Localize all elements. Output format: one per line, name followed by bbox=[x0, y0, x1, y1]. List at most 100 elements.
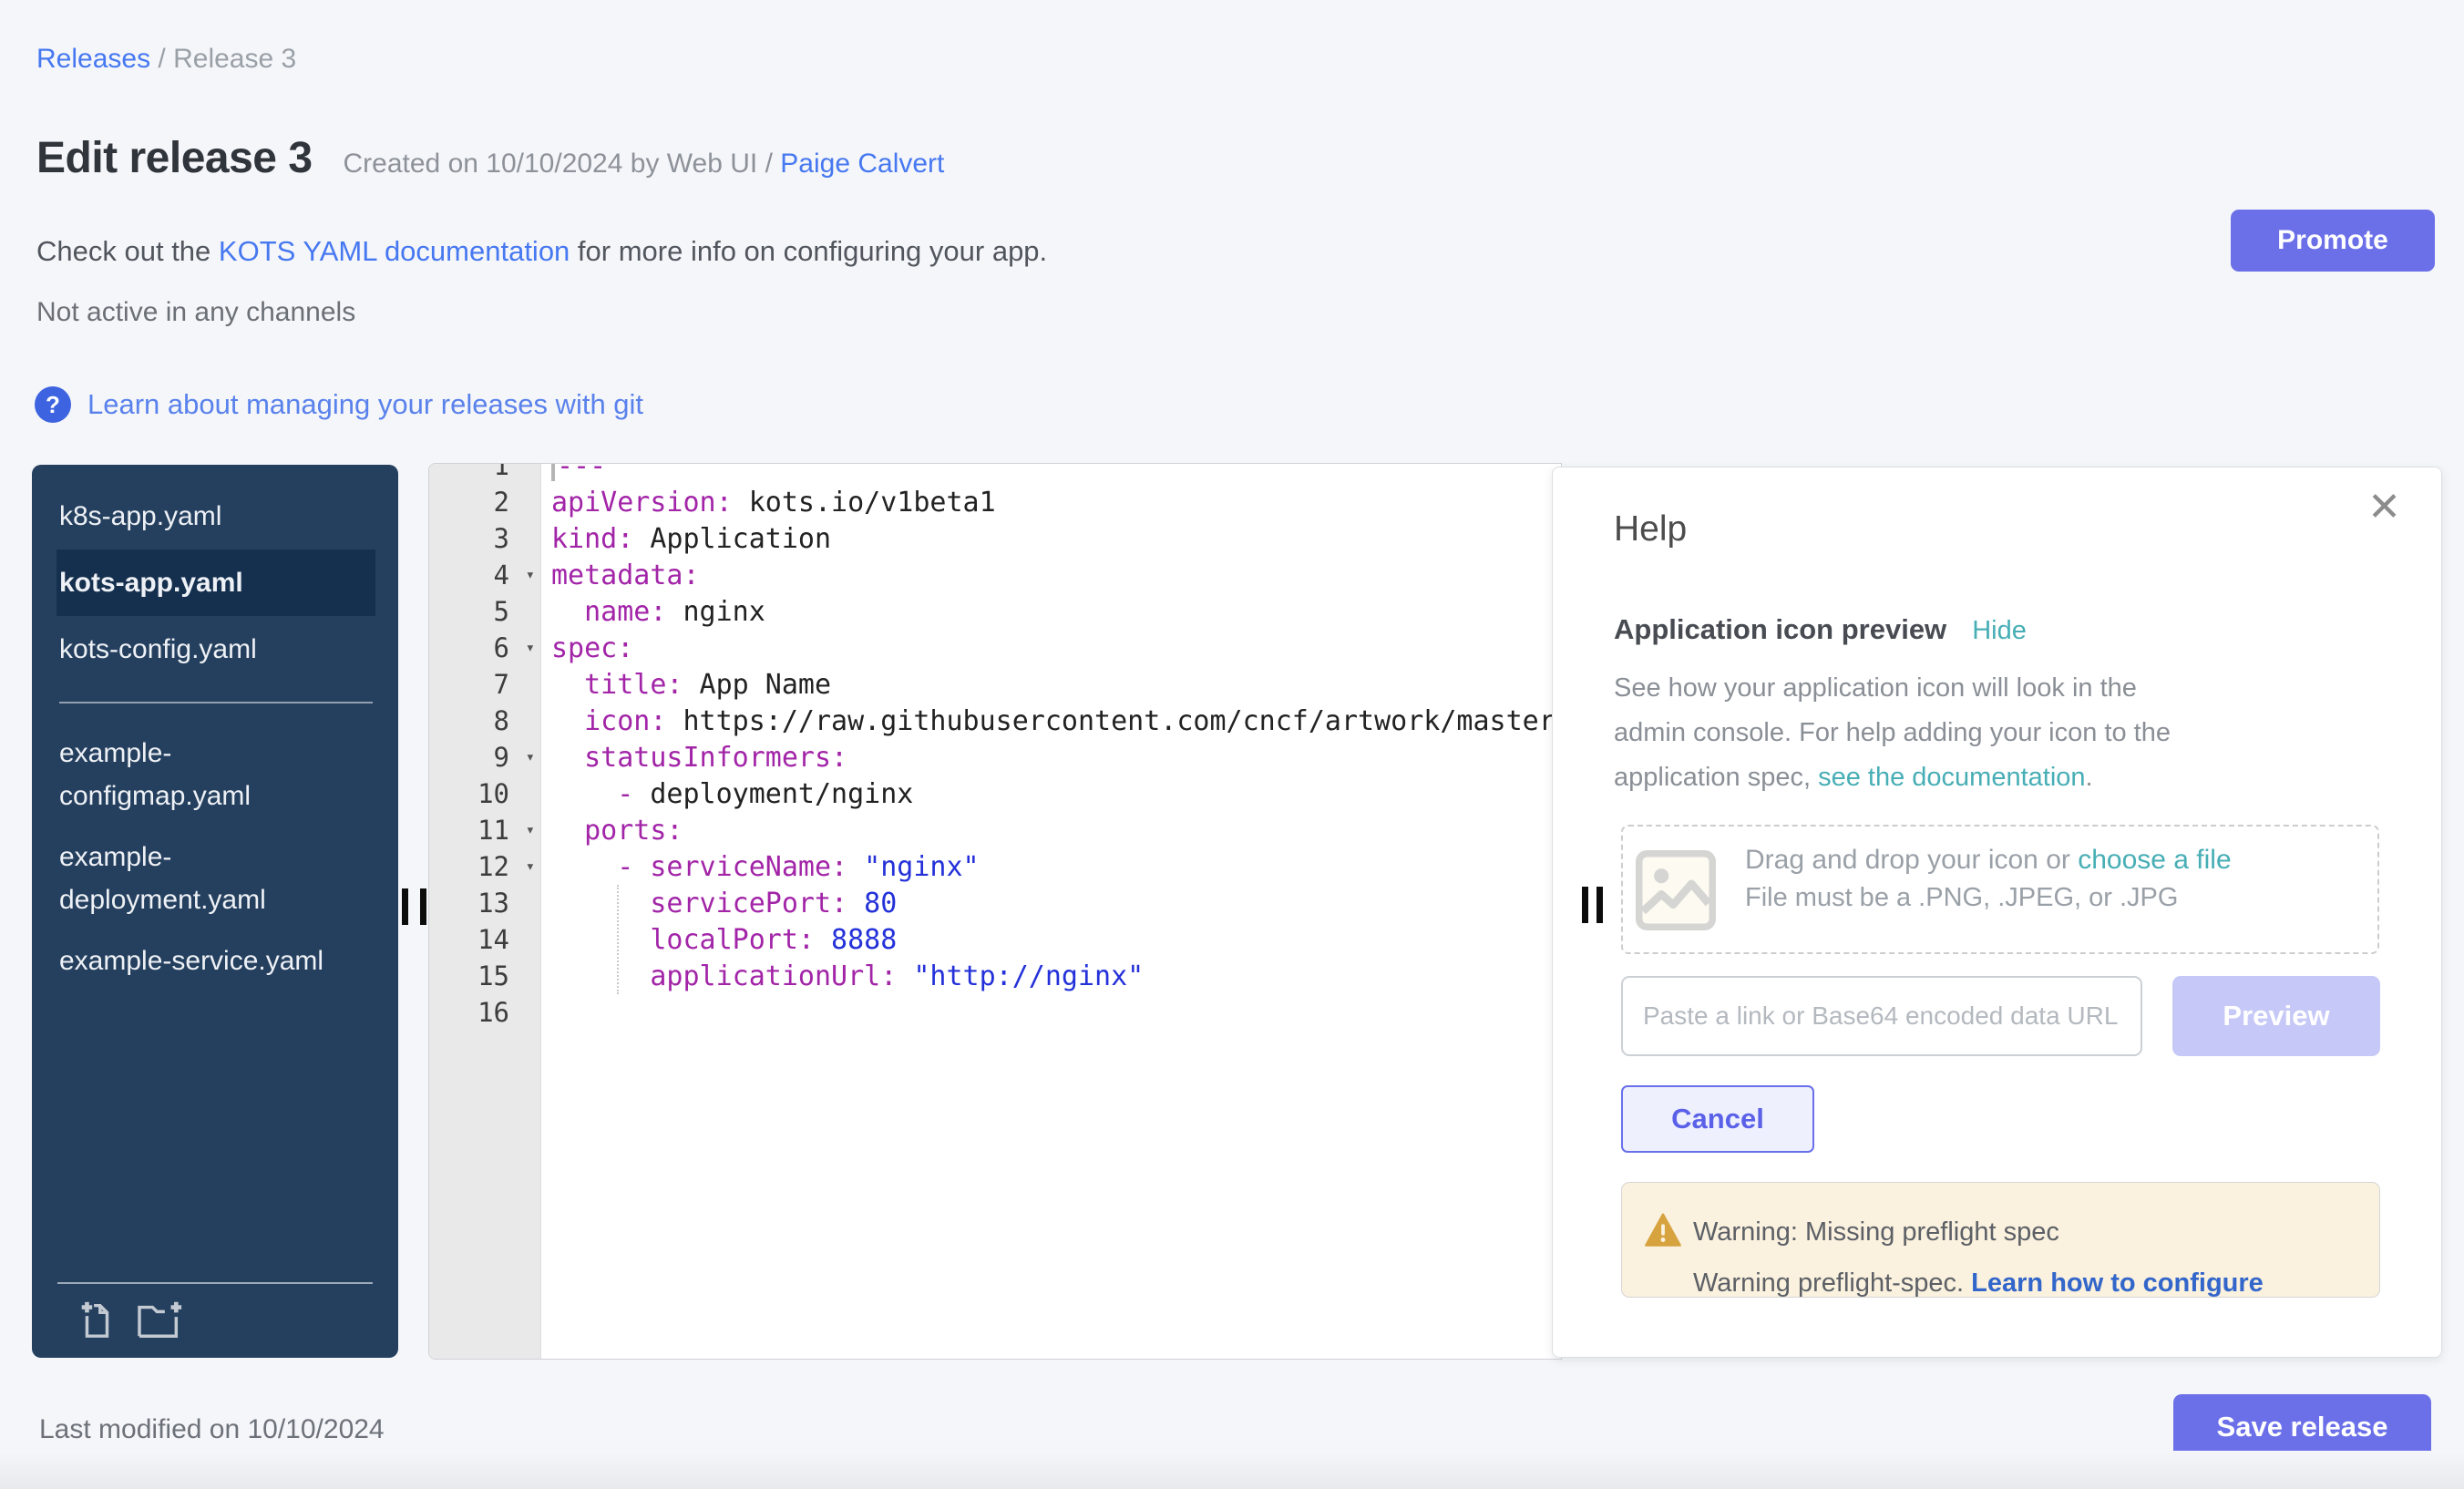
code-line-4[interactable]: 4▾metadata: bbox=[429, 557, 1561, 593]
created-info: Created on 10/10/2024 by Web UI / Paige … bbox=[344, 149, 945, 180]
edit-release-page: Releases / Release 3 Edit release 3 Crea… bbox=[0, 0, 2464, 1489]
file-item-kots-config.yaml[interactable]: kots-config.yaml bbox=[56, 616, 362, 683]
code-line-11[interactable]: 11▾ ports: bbox=[429, 812, 1561, 848]
help-panel: ✕ Help Application icon preview Hide See… bbox=[1552, 467, 2442, 1358]
bottom-band bbox=[0, 1451, 2464, 1489]
code-text: name: nginx bbox=[540, 596, 765, 628]
channel-status: Not active in any channels bbox=[36, 297, 355, 328]
breadcrumb-separator: / bbox=[158, 44, 173, 74]
code-text: localPort: 8888 bbox=[540, 924, 897, 956]
help-resize-handle-bar[interactable] bbox=[1582, 887, 1588, 923]
fold-arrow-icon[interactable]: ▾ bbox=[526, 639, 535, 657]
code-text: ports: bbox=[540, 815, 683, 847]
icon-preview-title: Application icon preview bbox=[1614, 613, 1946, 646]
git-releases-link[interactable]: Learn about managing your releases with … bbox=[87, 388, 643, 421]
line-number: 12▾ bbox=[429, 851, 540, 882]
breadcrumb-releases-link[interactable]: Releases bbox=[36, 44, 150, 74]
icon-url-input[interactable] bbox=[1621, 976, 2142, 1056]
line-number: 1 bbox=[429, 463, 540, 481]
code-line-16[interactable]: 16 bbox=[429, 994, 1561, 1031]
file-item-kots-app.yaml[interactable]: kots-app.yaml bbox=[56, 549, 375, 616]
code-line-13[interactable]: 13 servicePort: 80 bbox=[429, 885, 1561, 921]
see-documentation-link[interactable]: see the documentation bbox=[1818, 763, 2085, 792]
help-title: Help bbox=[1614, 509, 1687, 549]
line-number: 10 bbox=[429, 778, 540, 809]
code-text: icon: https://raw.githubusercontent.com/… bbox=[540, 705, 1562, 737]
cancel-button[interactable]: Cancel bbox=[1621, 1085, 1814, 1153]
author-link[interactable]: Paige Calvert bbox=[780, 149, 944, 179]
code-text: title: App Name bbox=[540, 669, 831, 701]
line-number: 6▾ bbox=[429, 632, 540, 663]
code-text: servicePort: 80 bbox=[540, 888, 897, 919]
code-line-10[interactable]: 10 - deployment/nginx bbox=[429, 775, 1561, 812]
line-number: 2 bbox=[429, 487, 540, 518]
new-folder-icon[interactable] bbox=[134, 1298, 189, 1341]
desc-period: . bbox=[2086, 763, 2093, 792]
git-help-row: ? Learn about managing your releases wit… bbox=[35, 386, 643, 423]
promote-button[interactable]: Promote bbox=[2231, 210, 2435, 272]
warning-detail: Warning preflight-spec. Learn how to con… bbox=[1693, 1268, 2264, 1298]
text-cursor bbox=[551, 463, 555, 481]
breadcrumb-current: Release 3 bbox=[173, 44, 296, 74]
dropzone-line2: File must be a .PNG, .JPEG, or .JPG bbox=[1745, 883, 2232, 913]
code-line-12[interactable]: 12▾ - serviceName: "nginx" bbox=[429, 848, 1561, 885]
code-line-6[interactable]: 6▾spec: bbox=[429, 630, 1561, 666]
code-text: statusInformers: bbox=[540, 742, 847, 774]
doc-info-line: Check out the KOTS YAML documentation fo… bbox=[36, 235, 1047, 268]
choose-file-link[interactable]: choose a file bbox=[2078, 845, 2231, 875]
warning-triangle-icon bbox=[1644, 1212, 1682, 1253]
line-number: 7 bbox=[429, 669, 540, 700]
fold-arrow-icon[interactable]: ▾ bbox=[526, 857, 535, 876]
code-line-8[interactable]: 8 icon: https://raw.githubusercontent.co… bbox=[429, 703, 1561, 739]
code-line-14[interactable]: 14 localPort: 8888 bbox=[429, 921, 1561, 958]
code-text: apiVersion: kots.io/v1beta1 bbox=[540, 487, 996, 519]
indent-guide bbox=[617, 885, 619, 994]
code-text: - serviceName: "nginx" bbox=[540, 851, 980, 883]
image-placeholder-icon bbox=[1634, 848, 1718, 937]
code-line-15[interactable]: 15 applicationUrl: "http://nginx" bbox=[429, 958, 1561, 994]
warning-detail-text: Warning preflight-spec. bbox=[1693, 1268, 1971, 1298]
kots-yaml-doc-link[interactable]: KOTS YAML documentation bbox=[219, 235, 570, 267]
file-item-example-service.yaml[interactable]: example-service.yaml bbox=[56, 930, 362, 991]
line-number: 8 bbox=[429, 705, 540, 736]
line-number: 14 bbox=[429, 924, 540, 955]
sidebar-resize-handle-bar[interactable] bbox=[420, 888, 426, 925]
code-line-3[interactable]: 3kind: Application bbox=[429, 520, 1561, 557]
line-number: 11▾ bbox=[429, 815, 540, 846]
fold-arrow-icon[interactable]: ▾ bbox=[526, 566, 535, 584]
icon-dropzone[interactable]: Drag and drop your icon or choose a file… bbox=[1621, 825, 2379, 954]
help-resize-handle-bar[interactable] bbox=[1596, 887, 1603, 923]
doc-suffix: for more info on configuring your app. bbox=[570, 235, 1047, 267]
hide-link[interactable]: Hide bbox=[1972, 616, 2027, 646]
fold-arrow-icon[interactable]: ▾ bbox=[526, 748, 535, 766]
code-line-5[interactable]: 5 name: nginx bbox=[429, 593, 1561, 630]
sidebar-footer-icons bbox=[76, 1298, 189, 1341]
preview-button[interactable]: Preview bbox=[2172, 976, 2380, 1056]
close-icon[interactable]: ✕ bbox=[2367, 488, 2401, 528]
title-row: Edit release 3 Created on 10/10/2024 by … bbox=[36, 133, 944, 183]
breadcrumb: Releases / Release 3 bbox=[36, 44, 296, 75]
new-file-icon[interactable] bbox=[76, 1298, 118, 1341]
line-number: 16 bbox=[429, 997, 540, 1028]
code-line-7[interactable]: 7 title: App Name bbox=[429, 666, 1561, 703]
code-line-2[interactable]: 2apiVersion: kots.io/v1beta1 bbox=[429, 484, 1561, 520]
sidebar-resize-handle-bar[interactable] bbox=[402, 888, 408, 925]
file-item-example-configmap.yaml[interactable]: example-configmap.yaml bbox=[56, 723, 362, 827]
fold-arrow-icon[interactable]: ▾ bbox=[526, 821, 535, 839]
code-line-1[interactable]: 1--- bbox=[429, 463, 1561, 484]
code-text: kind: Application bbox=[540, 523, 831, 555]
dropzone-text: Drag and drop your icon or choose a file… bbox=[1745, 845, 2232, 913]
sidebar-footer-divider bbox=[57, 1282, 373, 1284]
learn-configure-link[interactable]: Learn how to configure bbox=[1971, 1268, 2264, 1298]
line-number: 4▾ bbox=[429, 560, 540, 590]
code-lines: 1---2apiVersion: kots.io/v1beta13kind: A… bbox=[429, 463, 1561, 1031]
file-item-k8s-app.yaml[interactable]: k8s-app.yaml bbox=[56, 483, 362, 549]
code-text: spec: bbox=[540, 632, 633, 664]
code-text: - deployment/nginx bbox=[540, 778, 913, 810]
file-item-example-deployment.yaml[interactable]: example-deployment.yaml bbox=[56, 827, 362, 930]
preflight-warning-box: Warning: Missing preflight spec Warning … bbox=[1621, 1182, 2380, 1298]
code-line-9[interactable]: 9▾ statusInformers: bbox=[429, 739, 1561, 775]
code-text: --- bbox=[540, 463, 606, 482]
created-text: Created on 10/10/2024 by Web UI / bbox=[344, 149, 781, 179]
yaml-editor[interactable]: 1---2apiVersion: kots.io/v1beta13kind: A… bbox=[428, 463, 1562, 1360]
